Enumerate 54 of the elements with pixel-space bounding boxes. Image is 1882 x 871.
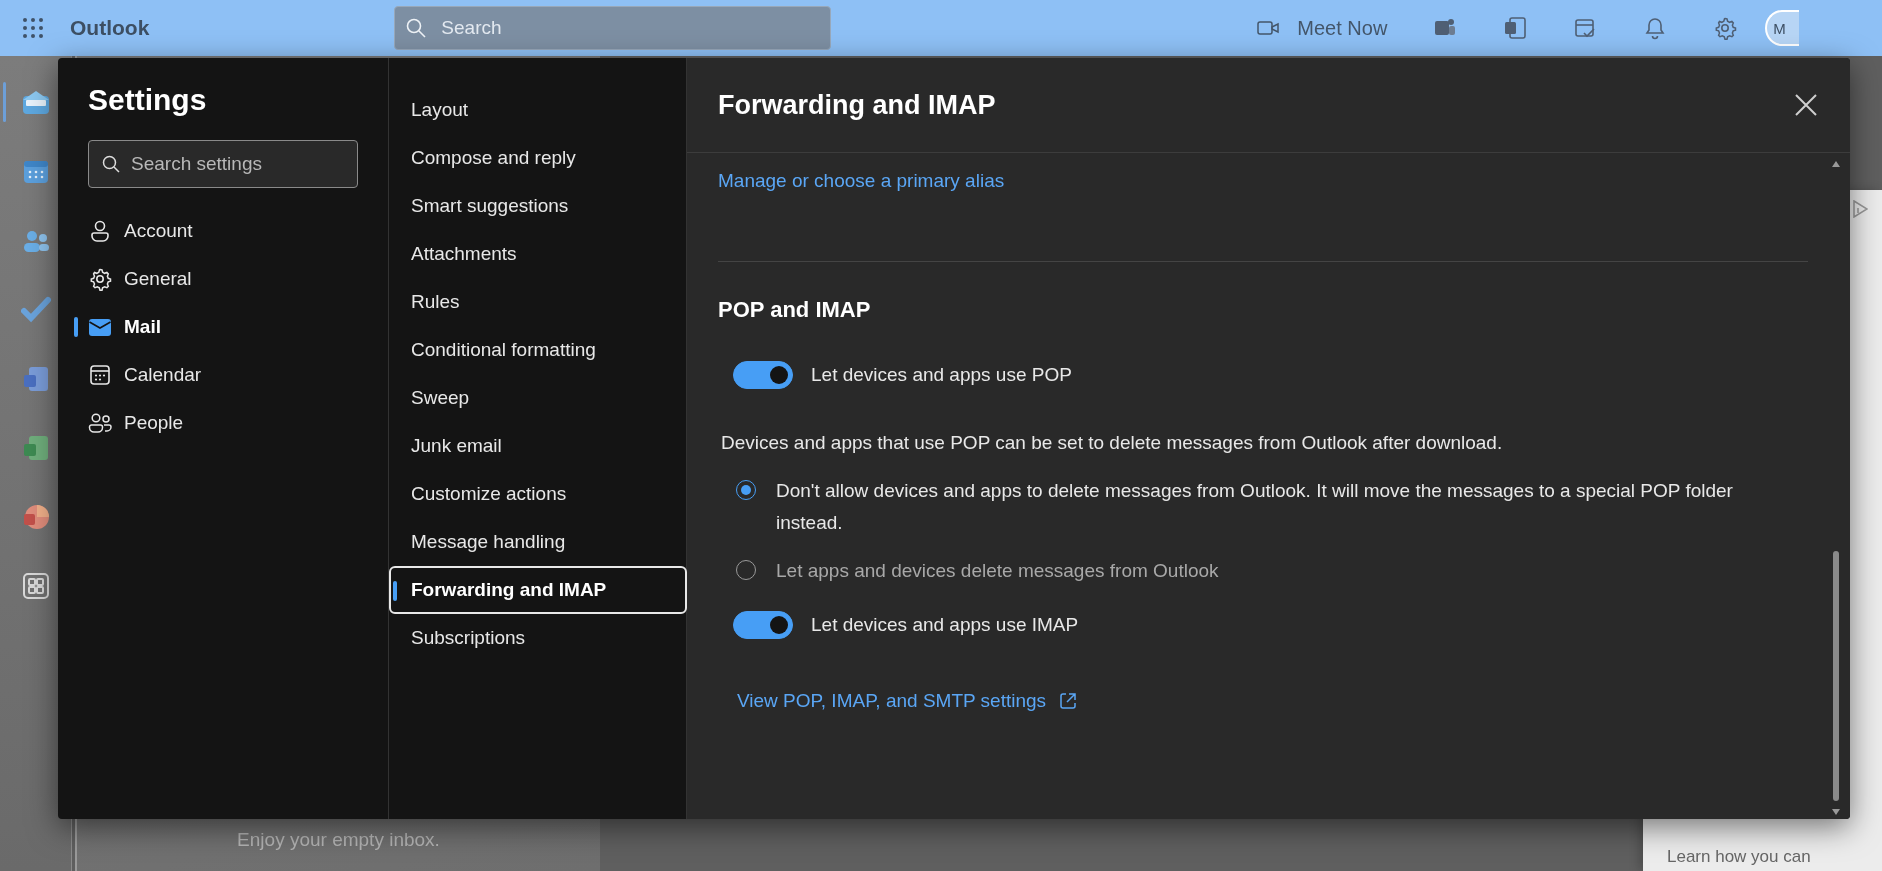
description-text: Devices and apps that use POP can be set to delete messages from Outlook after download.	[721, 431, 1503, 455]
alias-link[interactable]: Manage or choose a primary alias	[718, 169, 1005, 193]
close-icon[interactable]	[1794, 93, 1818, 117]
search-field[interactable]: Search settings	[88, 140, 358, 188]
external-link-icon	[1058, 691, 1079, 711]
settings-subcategory[interactable]: Attachments	[389, 230, 687, 278]
toggle-switch[interactable]	[733, 361, 793, 389]
settings-category[interactable]: People	[72, 399, 342, 447]
panel-title: Forwarding and IMAP	[718, 89, 996, 121]
scroll-down-icon	[1832, 809, 1840, 815]
settings-subcategory[interactable]: Sweep	[389, 374, 687, 422]
search-icon	[406, 18, 427, 38]
radio-label: Don't allow devices and apps to delete messages from Outlook. It will move the messages to a special POP folder instead.	[776, 479, 1734, 535]
settings-category[interactable]: Account	[72, 207, 342, 255]
settings-subcategory[interactable]: Conditional formatting	[389, 326, 687, 374]
empty-inbox-message: Enjoy your empty inbox.	[237, 829, 440, 851]
settings-category[interactable]: Calendar	[72, 351, 342, 399]
search-field[interactable]: Search	[394, 6, 832, 50]
section-title: POP and IMAP	[718, 296, 872, 324]
settings-subcategory[interactable]: Customize actions	[389, 470, 687, 518]
video-camera-icon	[1257, 20, 1280, 36]
settings-subcategory[interactable]: Message handling	[389, 518, 687, 566]
search-icon	[102, 155, 120, 173]
task-icon[interactable]	[1573, 16, 1598, 40]
calendar-icon	[88, 363, 112, 387]
app-launcher-icon[interactable]	[22, 17, 44, 39]
settings-category[interactable]: Mail	[72, 303, 342, 351]
settings-subcategory[interactable]: Layout	[389, 86, 687, 134]
meet-now-button[interactable]: Meet Now	[1251, 15, 1394, 41]
settings-icon	[88, 267, 112, 291]
settings-link[interactable]: View POP, IMAP, and SMTP settings	[737, 689, 1079, 713]
avatar[interactable]: M	[1765, 10, 1800, 46]
checkmark-icon[interactable]	[20, 295, 51, 325]
settings-subcategory[interactable]: Smart suggestions	[389, 182, 687, 230]
radio-label: Let apps and devices delete messages from Outlook	[776, 559, 1219, 583]
person-icon	[88, 219, 112, 243]
settings-subcategory[interactable]: Forwarding and IMAP	[389, 566, 687, 614]
notebook-icon[interactable]	[1503, 16, 1528, 40]
settings-subcategory[interactable]: Rules	[389, 278, 687, 326]
settings-category[interactable]: General	[72, 255, 342, 303]
settings-subcategory[interactable]: Subscriptions	[389, 614, 687, 662]
scroll-up-icon	[1832, 161, 1840, 167]
ad-info-icon	[1852, 200, 1868, 218]
people-icon	[88, 411, 112, 435]
settings-subcategory[interactable]: Compose and reply	[389, 134, 687, 182]
settings-icon[interactable]	[1713, 16, 1738, 40]
ad-text: Learn how you can	[1667, 847, 1812, 867]
settings-subcategory[interactable]: Junk email	[389, 422, 687, 470]
settings-title: Settings	[88, 82, 208, 118]
toggle-label: Let devices and apps use POP	[811, 363, 1072, 387]
toggle-label: Let devices and apps use IMAP	[811, 613, 1079, 637]
toggle-switch[interactable]	[733, 611, 793, 639]
app-name: Outlook	[70, 16, 150, 40]
apps-icon[interactable]	[20, 571, 51, 601]
